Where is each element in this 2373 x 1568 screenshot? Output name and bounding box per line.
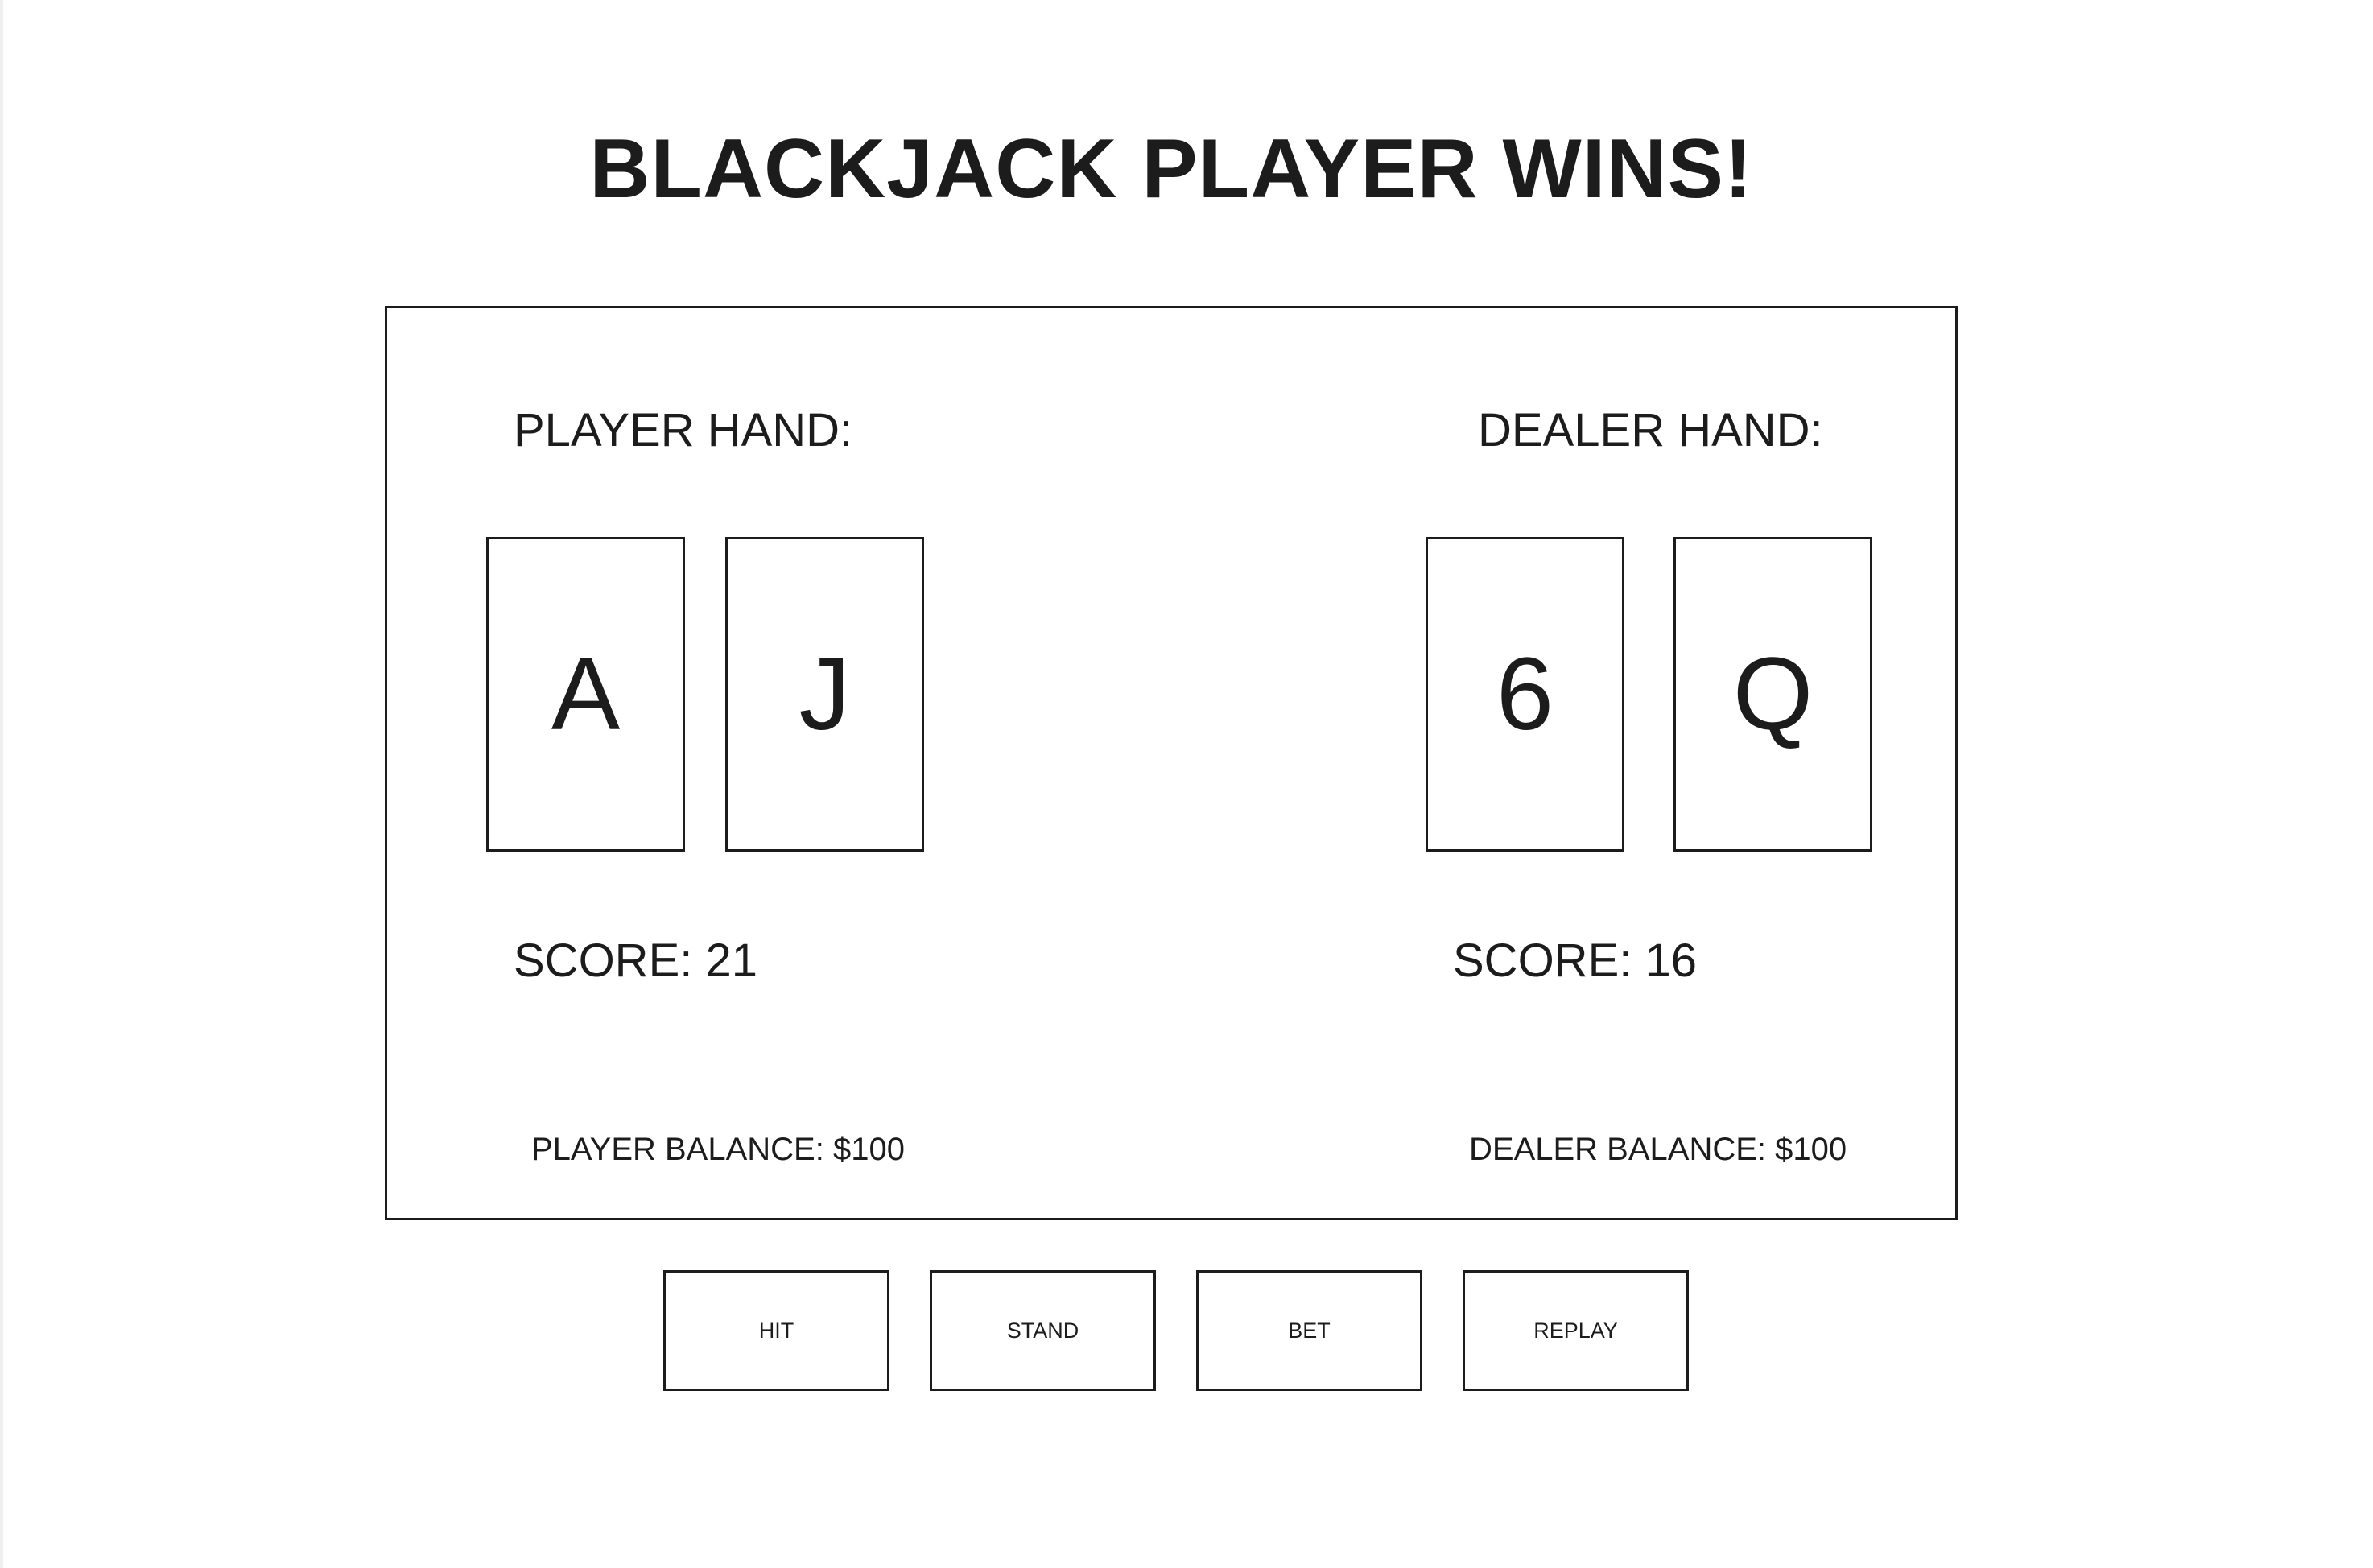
dealer-balance: DEALER BALANCE: $100 [1469, 1132, 1847, 1167]
player-card-2: J [725, 537, 924, 852]
dealer-card-2: Q [1673, 537, 1872, 852]
game-title: BLACKJACK PLAYER WINS! [589, 122, 1753, 216]
left-edge-divider [0, 0, 3, 1568]
player-hand-label: PLAYER HAND: [514, 404, 853, 456]
player-balance: PLAYER BALANCE: $100 [531, 1132, 905, 1167]
bet-button[interactable]: BET [1196, 1270, 1422, 1391]
player-card-1: A [486, 537, 685, 852]
dealer-score: SCORE: 16 [1453, 935, 1697, 987]
replay-button[interactable]: REPLAY [1463, 1270, 1689, 1391]
stand-button[interactable]: STAND [930, 1270, 1156, 1391]
player-score: SCORE: 21 [514, 935, 757, 987]
dealer-hand-label: DEALER HAND: [1478, 404, 1823, 456]
game-table: PLAYER HAND: DEALER HAND: A J 6 Q SCORE:… [385, 306, 1958, 1220]
hit-button[interactable]: HIT [663, 1270, 889, 1391]
dealer-card-1: 6 [1426, 537, 1624, 852]
game-screen: BLACKJACK PLAYER WINS! PLAYER HAND: DEAL… [0, 0, 2373, 1568]
